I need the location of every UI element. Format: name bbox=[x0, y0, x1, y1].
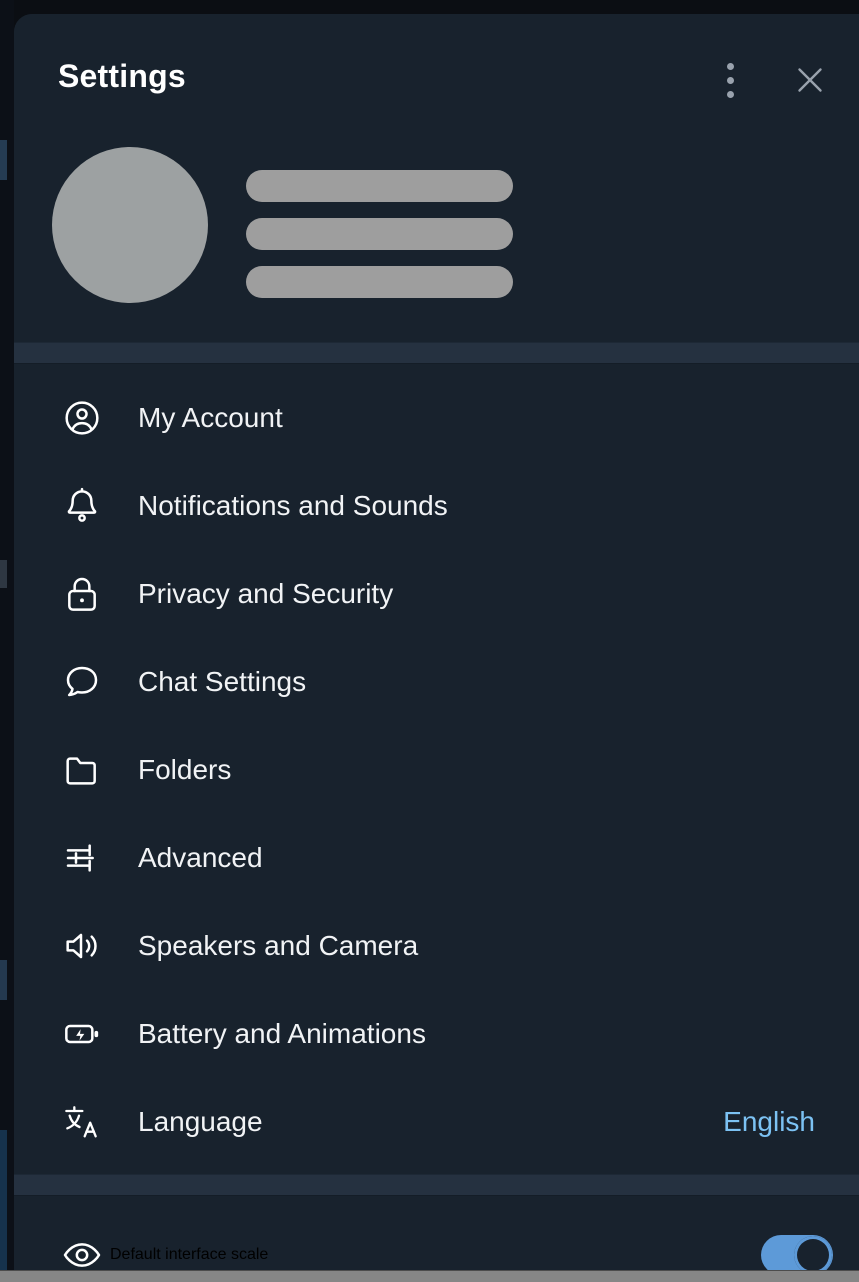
more-vertical-icon bbox=[726, 62, 734, 98]
background-fragment bbox=[0, 560, 7, 588]
profile-skeleton[interactable] bbox=[14, 130, 859, 342]
toggle-knob bbox=[794, 1236, 832, 1272]
menu-item-label: Advanced bbox=[138, 842, 263, 873]
menu-item-label: Privacy and Security bbox=[138, 578, 394, 609]
window-bottom-bar bbox=[0, 1270, 859, 1282]
placeholder-line bbox=[246, 170, 513, 202]
background-fragment bbox=[0, 1130, 7, 1270]
background-fragment bbox=[0, 960, 7, 1000]
menu-item-language[interactable]: Language English bbox=[14, 1078, 859, 1166]
placeholder-line bbox=[246, 218, 513, 250]
menu-item-my-account[interactable]: My Account bbox=[14, 374, 859, 462]
menu-item-label: Battery and Animations bbox=[138, 1018, 426, 1049]
menu-item-battery-and-animations[interactable]: Battery and Animations bbox=[14, 990, 859, 1078]
menu-item-label: Folders bbox=[138, 754, 232, 785]
app-root: Settings My Account Notifications and So… bbox=[0, 0, 859, 1282]
lock-icon bbox=[54, 566, 110, 622]
battery-bolt-icon bbox=[54, 1006, 110, 1062]
menu-item-label: Language bbox=[138, 1106, 263, 1137]
dialog-header: Settings bbox=[14, 14, 859, 130]
profile-text-placeholders bbox=[246, 170, 513, 298]
placeholder-line bbox=[246, 266, 513, 298]
header-actions bbox=[707, 52, 833, 108]
menu-item-label: Notifications and Sounds bbox=[138, 490, 448, 521]
user-circle-icon bbox=[54, 390, 110, 446]
section-divider bbox=[14, 342, 859, 364]
setting-label: Default interface scale bbox=[110, 1246, 269, 1263]
translate-icon bbox=[54, 1094, 110, 1150]
menu-item-advanced[interactable]: Advanced bbox=[14, 814, 859, 902]
section-divider bbox=[14, 1174, 859, 1196]
background-app-strip bbox=[0, 0, 14, 1282]
menu-item-label: Chat Settings bbox=[138, 666, 307, 697]
menu-item-chat-settings[interactable]: Chat Settings bbox=[14, 638, 859, 726]
menu-item-label: My Account bbox=[138, 402, 283, 433]
menu-item-speakers-and-camera[interactable]: Speakers and Camera bbox=[14, 902, 859, 990]
sliders-icon bbox=[54, 830, 110, 886]
menu-item-folders[interactable]: Folders bbox=[14, 726, 859, 814]
settings-menu: My Account Notifications and Sounds Priv… bbox=[14, 364, 859, 1174]
setting-row-default-interface-scale[interactable]: Default interface scale bbox=[14, 1218, 859, 1272]
toggle-default-interface-scale[interactable] bbox=[761, 1235, 833, 1272]
menu-item-value-language[interactable]: English bbox=[723, 1106, 833, 1138]
menu-item-privacy-and-security[interactable]: Privacy and Security bbox=[14, 550, 859, 638]
bell-icon bbox=[54, 478, 110, 534]
eye-icon bbox=[54, 1227, 110, 1272]
interface-scale-section: Default interface scale bbox=[14, 1196, 859, 1272]
menu-item-notifications-and-sounds[interactable]: Notifications and Sounds bbox=[14, 462, 859, 550]
folder-icon bbox=[54, 742, 110, 798]
close-icon bbox=[798, 68, 822, 92]
speaker-icon bbox=[54, 918, 110, 974]
menu-item-label: Speakers and Camera bbox=[138, 930, 419, 961]
avatar[interactable] bbox=[52, 147, 208, 303]
background-fragment bbox=[0, 140, 7, 180]
more-options-button[interactable] bbox=[707, 52, 753, 108]
page-title: Settings bbox=[58, 58, 186, 94]
close-button[interactable] bbox=[787, 52, 833, 108]
chat-bubble-icon bbox=[54, 654, 110, 710]
settings-dialog: Settings My Account Notifications and So… bbox=[14, 14, 859, 1272]
